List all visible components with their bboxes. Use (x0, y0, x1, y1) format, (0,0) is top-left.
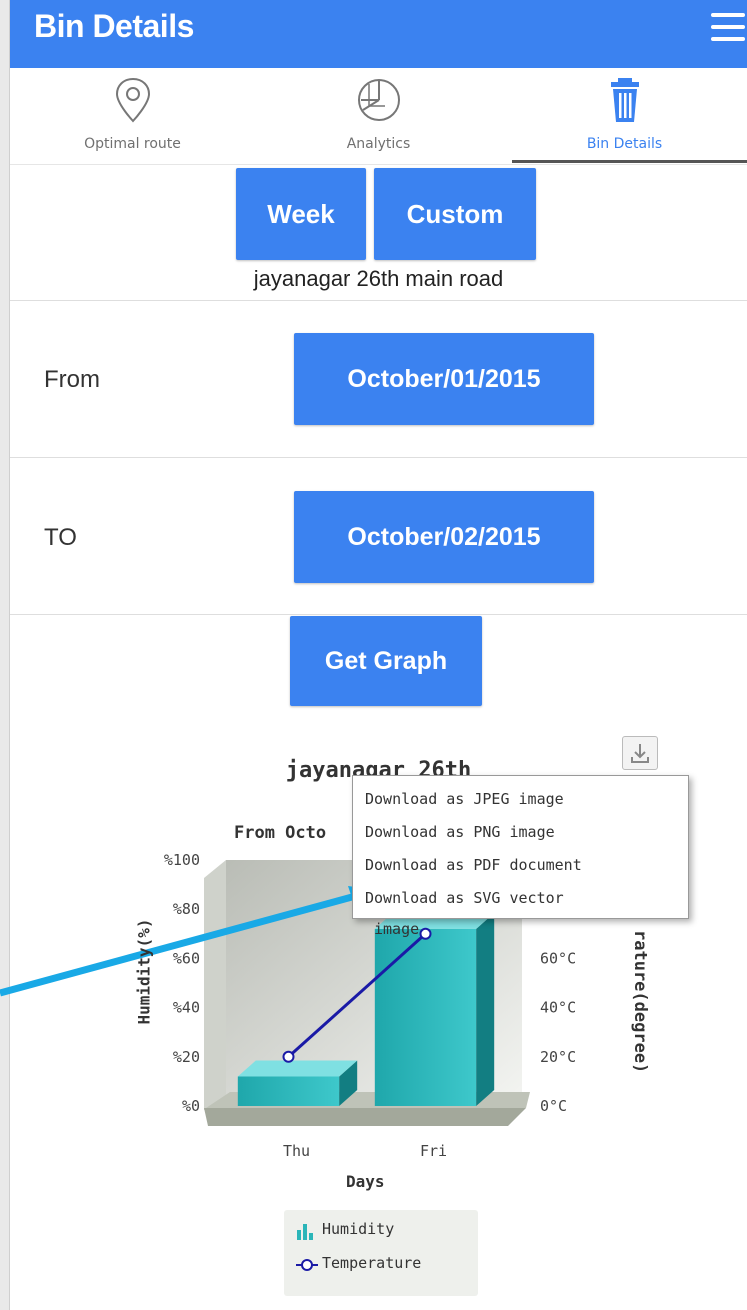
app-header: Bin Details (10, 0, 747, 68)
bar-chart-icon (297, 1224, 313, 1240)
y2-axis-title: rature(degree) (630, 930, 650, 1074)
line-marker-icon (296, 1259, 318, 1271)
export-pdf-item[interactable]: Download as PDF document (365, 850, 582, 880)
week-button[interactable]: Week (236, 168, 366, 260)
legend-label: Temperature (322, 1254, 422, 1272)
to-label: TO (44, 524, 77, 551)
pie-chart-icon (357, 79, 400, 121)
export-svg-item[interactable]: Download as SVG vector (365, 883, 564, 913)
page-title: Bin Details (34, 8, 194, 44)
export-menu-overflow-text: image (374, 920, 420, 938)
bin-location: jayanagar 26th main road (253, 266, 504, 291)
get-graph-button[interactable]: Get Graph (290, 616, 482, 706)
divider (10, 457, 747, 458)
to-date-button[interactable]: October/02/2015 (294, 491, 594, 583)
tab-bin-details[interactable]: Bin Details (502, 68, 747, 164)
chart-legend: Humidity Temperature (284, 1210, 478, 1296)
chart-export-button[interactable] (622, 736, 658, 770)
tab-label: Optimal route (84, 136, 181, 152)
export-png-item[interactable]: Download as PNG image (365, 817, 555, 847)
tab-bar: Optimal route Analytics Bin Details (10, 68, 747, 165)
tab-optimal-route[interactable]: Optimal route (10, 68, 255, 164)
left-gutter (0, 0, 10, 1310)
location-pin-icon (115, 77, 150, 123)
download-icon (631, 744, 649, 763)
divider (10, 300, 747, 301)
y-axis-title: Humidity(%) (134, 918, 154, 1025)
chart-subtitle: From Octo (234, 823, 327, 843)
active-tab-indicator (512, 160, 747, 163)
x-axis-title: Days (346, 1172, 385, 1191)
from-date-button[interactable]: October/01/2015 (294, 333, 594, 425)
tab-analytics[interactable]: Analytics (256, 68, 501, 164)
tab-label: Bin Details (586, 136, 663, 152)
custom-button[interactable]: Custom (374, 168, 536, 260)
legend-label: Humidity (322, 1220, 395, 1238)
trash-bin-icon (610, 78, 639, 122)
app-screen: Bin Details Optimal route Analytics Bin … (10, 0, 747, 1310)
export-jpeg-item[interactable]: Download as JPEG image (365, 784, 564, 814)
from-label: From (44, 366, 100, 393)
tab-label: Analytics (346, 136, 411, 152)
divider (10, 614, 747, 615)
export-menu: Download as JPEG image Download as PNG i… (352, 775, 689, 919)
hamburger-menu-icon[interactable] (711, 10, 745, 44)
